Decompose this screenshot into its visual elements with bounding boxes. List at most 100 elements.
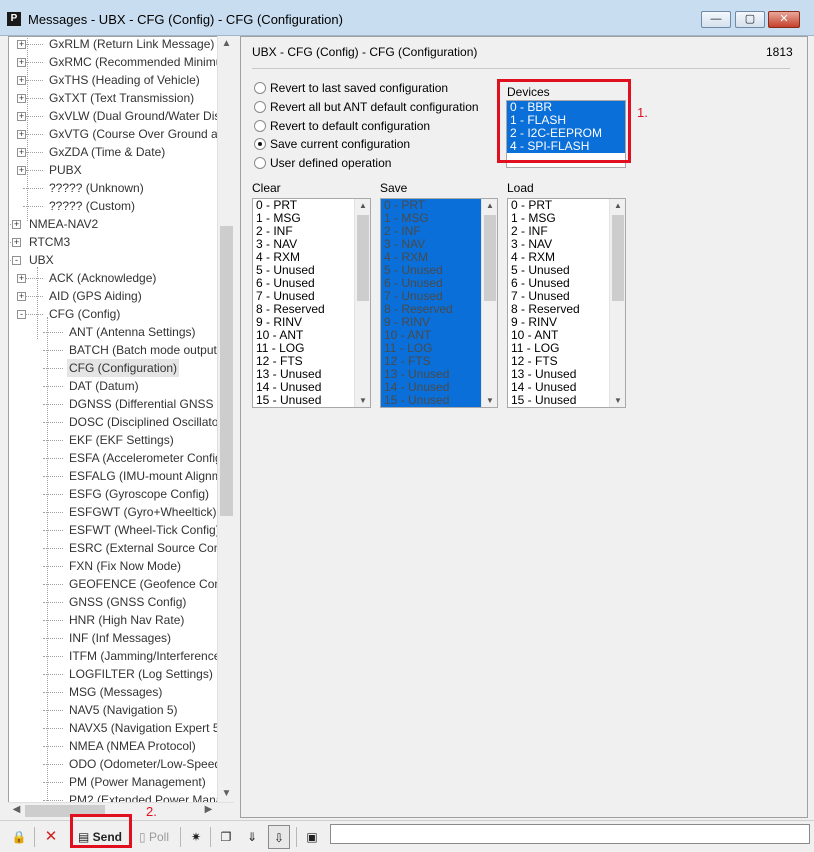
tree-item[interactable]: GxTXT (Text Transmission) bbox=[47, 89, 196, 107]
scroll-up-icon[interactable]: ▲ bbox=[610, 201, 625, 210]
tree-item[interactable]: DGNSS (Differential GNSS co bbox=[67, 395, 232, 413]
expand-icon[interactable]: + bbox=[17, 76, 26, 85]
scroll-down-icon[interactable]: ▼ bbox=[482, 396, 497, 405]
import-icon[interactable]: ⇓ bbox=[242, 825, 262, 849]
tree-item[interactable]: ANT (Antenna Settings) bbox=[67, 323, 198, 341]
load-mask-item[interactable]: 15 - Unused bbox=[508, 394, 625, 407]
scroll-thumb[interactable] bbox=[484, 215, 496, 301]
scroll-down-icon[interactable]: ▼ bbox=[610, 396, 625, 405]
tree-item[interactable]: CFG (Configuration) bbox=[67, 359, 180, 377]
tree-item[interactable]: ESFALG (IMU-mount Alignm bbox=[67, 467, 224, 485]
poll-button[interactable]: ▯ Poll bbox=[134, 825, 174, 849]
clear-listbox[interactable]: 0 - PRT 1 - MSG 2 - INF 3 - NAV 4 - RXM 5 - U… bbox=[252, 198, 371, 408]
radio-button[interactable] bbox=[254, 101, 266, 113]
minimize-button[interactable]: — bbox=[701, 11, 731, 28]
delete-icon[interactable]: ✕ bbox=[42, 825, 60, 849]
listbox-scrollbar[interactable]: ▲ ▼ bbox=[609, 199, 625, 407]
save-listbox[interactable]: 0 - PRT 1 - MSG 2 - INF 3 - NAV 4 - RXM 5 - U… bbox=[380, 198, 498, 408]
expand-icon[interactable]: + bbox=[17, 94, 26, 103]
radio-button[interactable] bbox=[254, 138, 266, 150]
expand-icon[interactable]: + bbox=[17, 148, 26, 157]
tree-item[interactable]: GNSS (GNSS Config) bbox=[67, 593, 188, 611]
tree-item[interactable]: NAVX5 (Navigation Expert 5) bbox=[67, 719, 226, 737]
tree-item[interactable]: EKF (EKF Settings) bbox=[67, 431, 176, 449]
tree-item[interactable]: GEOFENCE (Geofence Confic bbox=[67, 575, 233, 593]
listbox-scrollbar[interactable]: ▲ ▼ bbox=[481, 199, 497, 407]
tree-item[interactable]: ESFG (Gyroscope Config) bbox=[67, 485, 211, 503]
tree-item[interactable]: ESRC (External Source Confic bbox=[67, 539, 233, 557]
tree-item[interactable]: NAV5 (Navigation 5) bbox=[67, 701, 180, 719]
tree-item[interactable]: DOSC (Disciplined Oscillator bbox=[67, 413, 224, 431]
tree-item[interactable]: ESFGWT (Gyro+Wheeltick) bbox=[67, 503, 218, 521]
lock-icon[interactable]: 🔒 bbox=[10, 825, 28, 849]
scroll-down-icon[interactable]: ▼ bbox=[218, 788, 235, 799]
tree-item[interactable]: ESFWT (Wheel-Tick Config) bbox=[67, 521, 222, 539]
tree-vertical-scrollbar[interactable]: ▲ ▼ bbox=[217, 36, 234, 803]
expand-icon[interactable]: + bbox=[12, 238, 21, 247]
tree-item[interactable]: PM (Power Management) bbox=[67, 773, 208, 791]
tree-item[interactable]: GxVLW (Dual Ground/Water Dist bbox=[47, 107, 226, 125]
tree-item[interactable]: MSG (Messages) bbox=[67, 683, 164, 701]
expand-icon[interactable]: + bbox=[17, 292, 26, 301]
listbox-scrollbar[interactable]: ▲ ▼ bbox=[354, 199, 370, 407]
tree-item[interactable]: HNR (High Nav Rate) bbox=[67, 611, 186, 629]
tree-item[interactable]: BATCH (Batch mode output) bbox=[67, 341, 223, 359]
tree-item[interactable]: ODO (Odometer/Low-Speed bbox=[67, 755, 223, 773]
tree-item[interactable]: LOGFILTER (Log Settings) bbox=[67, 665, 215, 683]
radio-label: Revert to last saved configuration bbox=[270, 81, 449, 95]
tree-item[interactable]: PUBX bbox=[47, 161, 84, 179]
tree-item[interactable]: AID (GPS Aiding) bbox=[47, 287, 144, 305]
radio-button[interactable] bbox=[254, 82, 266, 94]
scroll-thumb[interactable] bbox=[220, 226, 233, 516]
expand-icon[interactable]: + bbox=[17, 166, 26, 175]
tree-item[interactable]: NMEA-NAV2 bbox=[27, 215, 100, 233]
expand-icon[interactable]: + bbox=[17, 112, 26, 121]
scroll-thumb[interactable] bbox=[612, 215, 624, 301]
tree-item[interactable]: FXN (Fix Now Mode) bbox=[67, 557, 183, 575]
tree-item[interactable]: CFG (Config) bbox=[47, 305, 122, 323]
close-button[interactable]: ✕ bbox=[768, 11, 800, 28]
tree-item[interactable]: ACK (Acknowledge) bbox=[47, 269, 158, 287]
expand-icon[interactable]: + bbox=[17, 40, 26, 49]
collapse-icon[interactable]: - bbox=[12, 256, 21, 265]
magic-wand-icon[interactable]: ✷ bbox=[186, 825, 206, 849]
scroll-right-icon[interactable]: ▶ bbox=[200, 804, 217, 815]
tree-item[interactable]: NMEA (NMEA Protocol) bbox=[67, 737, 198, 755]
radio-button[interactable] bbox=[254, 157, 266, 169]
tree-item[interactable]: GxRLM (Return Link Message) bbox=[47, 37, 216, 53]
tree-item[interactable]: GxRMC (Recommended Minimu bbox=[47, 53, 224, 71]
tree-item[interactable]: ESFA (Accelerometer Config bbox=[67, 449, 224, 467]
tree-item[interactable]: ????? (Custom) bbox=[47, 197, 137, 215]
tree-item[interactable]: DAT (Datum) bbox=[67, 377, 141, 395]
scroll-thumb[interactable] bbox=[357, 215, 369, 301]
tree-connector bbox=[9, 224, 11, 225]
tree-item[interactable]: UBX bbox=[27, 251, 56, 269]
tree-item[interactable]: RTCM3 bbox=[27, 233, 72, 251]
expand-icon[interactable]: + bbox=[17, 274, 26, 283]
scroll-up-icon[interactable]: ▲ bbox=[482, 201, 497, 210]
load-listbox[interactable]: 0 - PRT 1 - MSG 2 - INF 3 - NAV 4 - RXM 5 - U… bbox=[507, 198, 626, 408]
expand-icon[interactable]: + bbox=[17, 130, 26, 139]
tree-item[interactable]: GxVTG (Course Over Ground and bbox=[47, 125, 233, 143]
radio-button[interactable] bbox=[254, 120, 266, 132]
tree-item[interactable]: ????? (Unknown) bbox=[47, 179, 146, 197]
save-mask-item[interactable]: 15 - Unused bbox=[381, 394, 497, 407]
tree-connector bbox=[43, 548, 63, 549]
scroll-up-icon[interactable]: ▲ bbox=[218, 38, 235, 49]
tree-item[interactable]: ITFM (Jamming/Interference bbox=[67, 647, 222, 665]
message-tree[interactable]: GxRLM (Return Link Message) + GxRMC (Recom… bbox=[8, 36, 234, 818]
monitor-icon[interactable]: ▣ bbox=[302, 825, 322, 849]
expand-icon[interactable]: + bbox=[12, 220, 21, 229]
tree-item[interactable]: INF (Inf Messages) bbox=[67, 629, 173, 647]
clear-mask-item[interactable]: 15 - Unused bbox=[253, 394, 370, 407]
scroll-left-icon[interactable]: ◀ bbox=[8, 804, 25, 815]
copy-icon[interactable]: ❐ bbox=[216, 825, 236, 849]
scroll-up-icon[interactable]: ▲ bbox=[355, 201, 370, 210]
collapse-icon[interactable]: - bbox=[17, 310, 26, 319]
expand-icon[interactable]: + bbox=[17, 58, 26, 67]
export-icon[interactable]: ⇩ bbox=[268, 825, 290, 849]
tree-item[interactable]: GxZDA (Time & Date) bbox=[47, 143, 167, 161]
maximize-button[interactable]: ▢ bbox=[735, 11, 765, 28]
tree-item[interactable]: GxTHS (Heading of Vehicle) bbox=[47, 71, 202, 89]
scroll-down-icon[interactable]: ▼ bbox=[355, 396, 370, 405]
